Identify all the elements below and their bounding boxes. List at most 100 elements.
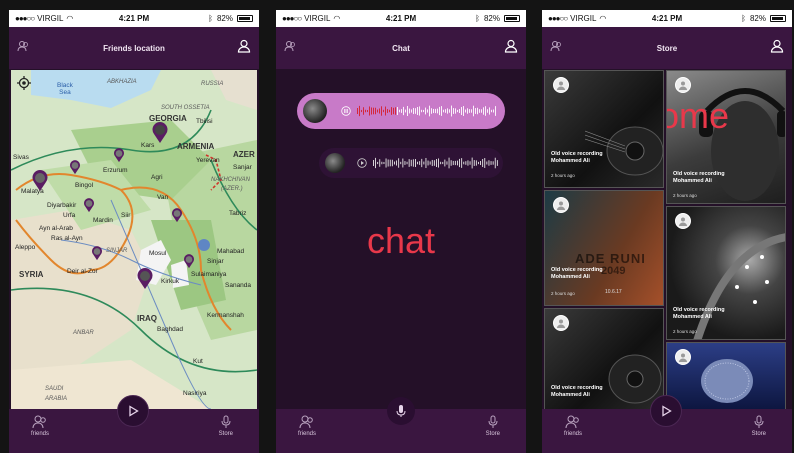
map-label: Bingol	[75, 182, 94, 189]
waveform-bar	[465, 161, 467, 165]
card-title: Old voice recording Mohammed Ali	[673, 171, 725, 186]
friend-location-pin[interactable]	[136, 268, 154, 290]
poster-year: 2049	[601, 265, 626, 277]
bluetooth-icon: ᛒ	[208, 14, 213, 23]
avatar	[675, 349, 691, 365]
friend-location-pin[interactable]	[83, 198, 95, 213]
waveform-bar	[373, 160, 374, 166]
poster-date: 10.6.17	[605, 289, 622, 295]
profile-icon[interactable]	[237, 39, 251, 55]
users-icon[interactable]	[284, 40, 296, 54]
friend-location-pin[interactable]	[151, 122, 169, 144]
store-card[interactable]: Old voice recording Mohammed Ali	[544, 308, 664, 410]
store-card[interactable]: home Old voice recordingMohammed Ali 2 h…	[666, 70, 786, 204]
card-image	[701, 359, 753, 403]
waveform-bar	[465, 109, 466, 113]
friend-location-pin[interactable]	[113, 148, 125, 163]
friends-map[interactable]: Black Sea ABKHAZIA RUSSIA SOUTH OSSETIA …	[11, 70, 257, 409]
play-button[interactable]	[117, 395, 149, 427]
friend-location-pin[interactable]	[91, 246, 103, 261]
tab-label: Store	[751, 431, 766, 437]
users-icon[interactable]	[550, 40, 562, 54]
store-card[interactable]: ADE RUNI 2049 10.6.17 Old voice recordin…	[544, 190, 664, 306]
map-label: RUSSIA	[201, 81, 224, 87]
poster-text: ADE RUNI	[575, 251, 646, 266]
waveform-bar	[411, 109, 412, 113]
play-icon[interactable]	[357, 158, 367, 168]
store-card[interactable]	[666, 342, 786, 410]
map-label: Kut	[193, 358, 203, 365]
map-label: Baghdad	[157, 326, 184, 333]
map-label: Deir al-Zor	[67, 268, 98, 275]
map-label: Agri	[151, 174, 163, 181]
voice-message-bubble[interactable]	[297, 93, 505, 129]
audio-waveform[interactable]	[357, 103, 497, 119]
waveform-bar	[493, 109, 494, 113]
tab-store[interactable]: Store	[752, 415, 766, 437]
store-card[interactable]: Old voice recording Mohammed Ali 2 hours …	[544, 70, 664, 188]
tab-label: friends	[31, 431, 50, 437]
page-title: Store	[656, 43, 678, 53]
store-card[interactable]: Old voice recording Mohammed Ali 2 hours …	[666, 206, 786, 340]
map-label: Aleppo	[15, 244, 36, 251]
waveform-bar	[401, 109, 402, 113]
tab-label: friends	[298, 431, 317, 437]
waveform-bar	[383, 161, 385, 165]
friend-location-pin[interactable]	[171, 208, 183, 223]
avatar	[553, 77, 569, 93]
waveform-bar	[455, 108, 456, 114]
record-button[interactable]	[387, 397, 415, 425]
waveform-bar	[417, 161, 418, 165]
waveform-bar	[365, 109, 366, 113]
waveform-bar	[408, 159, 410, 167]
tab-store[interactable]: Store	[219, 415, 233, 437]
carrier-name: VIRGIL	[570, 14, 597, 23]
waveform-bar	[477, 107, 478, 115]
bottom-tab-bar: friends Store	[276, 397, 526, 453]
users-icon[interactable]	[17, 40, 29, 54]
waveform-bar	[461, 106, 462, 116]
users-icon	[565, 415, 579, 429]
waveform-bar	[357, 108, 358, 114]
waveform-bar	[461, 158, 463, 168]
pause-icon[interactable]	[341, 106, 351, 116]
avatar	[325, 153, 345, 173]
friend-location-pin[interactable]	[183, 254, 195, 269]
tab-label: friends	[564, 431, 583, 437]
waveform-bar	[404, 161, 406, 165]
map-label: Ras al-Ayn	[51, 235, 83, 242]
waveform-bar	[398, 158, 400, 168]
card-title-line2: Mohammed Ali	[673, 178, 712, 185]
app-bar: Store	[542, 27, 792, 69]
friend-location-pin[interactable]	[31, 170, 49, 192]
card-title-line1: Old voice recording	[551, 151, 603, 157]
waveform-bar	[369, 106, 370, 116]
profile-icon[interactable]	[504, 39, 518, 55]
tab-friends[interactable]: friends	[31, 415, 49, 437]
friend-location-pin[interactable]	[69, 160, 81, 175]
card-title: Old voice recording Mohammed Ali	[673, 307, 725, 322]
tab-friends[interactable]: friends	[564, 415, 582, 437]
waveform-bar	[459, 108, 460, 114]
waveform-bar	[385, 106, 386, 116]
audio-waveform[interactable]	[373, 155, 499, 171]
waveform-bar	[463, 106, 464, 116]
microphone-icon	[221, 415, 231, 428]
card-time: 2 hours ago	[673, 329, 697, 334]
wifi-icon: ◠	[66, 14, 74, 23]
waveform-bar	[417, 107, 418, 115]
play-icon	[129, 405, 139, 417]
card-image	[585, 126, 663, 176]
waveform-bar	[389, 159, 391, 167]
waveform-bar	[427, 160, 429, 166]
tab-friends[interactable]: friends	[298, 415, 316, 437]
waveform-bar	[443, 109, 444, 113]
profile-icon[interactable]	[770, 39, 784, 55]
voice-message-bubble[interactable]	[319, 148, 503, 178]
play-button[interactable]	[650, 395, 682, 427]
map-label: ANBAR	[73, 330, 94, 336]
waveform-bar	[475, 160, 477, 166]
tab-store[interactable]: Store	[486, 415, 500, 437]
waveform-bar	[467, 160, 469, 166]
status-bar: ●●●○○ VIRGIL ◠ 4:21 PM ᛒ 82%	[542, 10, 792, 27]
